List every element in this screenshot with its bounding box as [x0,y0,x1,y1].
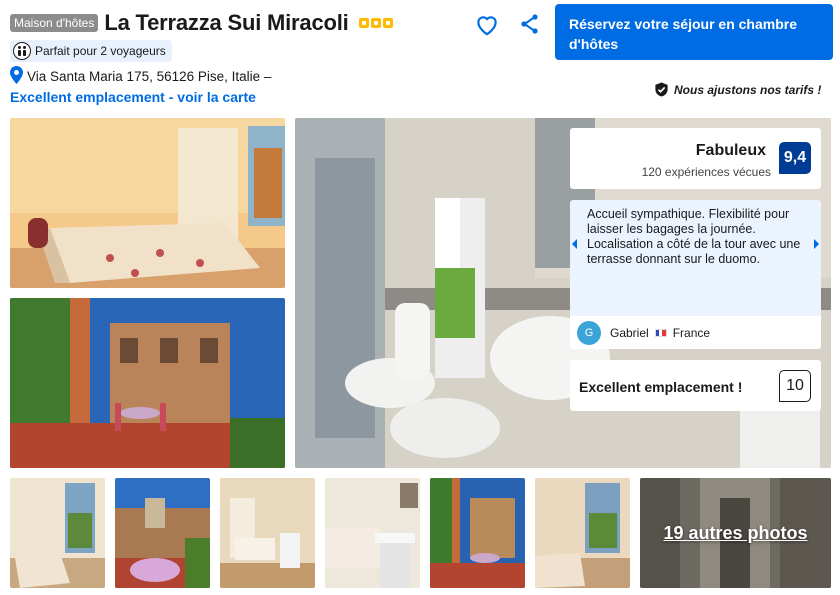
price-match-label: Nous ajustons nos tarifs ! [674,82,822,97]
save-favorite-button[interactable] [474,12,500,38]
star-icon [358,18,369,28]
review-quote: Accueil sympathique. Flexibilité pour la… [587,207,801,266]
avatar: G [577,320,601,345]
reviewer-info: G Gabriel France [570,316,821,349]
location-score-label: Excellent emplacement ! [579,379,743,395]
more-photos-tile[interactable]: 19 autres photos [640,478,831,588]
share-button[interactable] [518,12,542,36]
thumbnail-photo[interactable] [325,478,420,588]
score-label: Fabuleux [695,142,766,159]
photo-bedroom[interactable] [10,118,285,288]
thumbnail-photo[interactable] [115,478,210,588]
thumbnail-photo[interactable] [220,478,315,588]
reviewer-country: France [672,325,711,340]
address-text: Via Santa Maria 175, 56126 Pise, Italie … [27,68,272,84]
travelers-badge: Parfait pour 2 voyageurs [10,40,172,62]
travelers-label: Parfait pour 2 voyageurs [35,44,166,58]
thumbnail-photo[interactable] [430,478,525,588]
show-map-link[interactable]: Excellent emplacement - voir la carte [10,89,550,105]
property-type-badge: Maison d'hôtes [10,14,99,32]
france-flag-icon [654,328,667,337]
share-icon [521,14,538,34]
reserve-button[interactable]: Réservez votre séjour en chambre d'hôtes [555,4,833,60]
thumbnail-photo[interactable] [10,478,105,588]
score-badge: 9,4 [779,142,811,174]
review-count: 120 expériences vécues [641,165,771,179]
photo-terrace[interactable] [10,298,285,468]
property-name: La Terrazza Sui Miracoli [104,10,349,35]
review-next-button[interactable] [811,237,821,251]
chevron-right-icon [814,239,819,249]
couple-icon [13,42,31,60]
star-icon [382,18,393,28]
more-photos-label: 19 autres photos [663,522,808,543]
property-header: Maison d'hôtes La Terrazza Sui Miracoli … [10,8,550,105]
guest-review-card[interactable]: Accueil sympathique. Flexibilité pour la… [570,200,821,349]
price-match-notice[interactable]: Nous ajustons nos tarifs ! [654,82,821,97]
location-score-card[interactable]: Excellent emplacement ! 10 [570,360,821,411]
thumbnail-photo[interactable] [535,478,630,588]
review-prev-button[interactable] [570,237,580,251]
review-score-card[interactable]: Fabuleux 120 expériences vécues 9,4 [570,128,821,189]
address-row: Via Santa Maria 175, 56126 Pise, Italie … [10,65,550,87]
reviewer-name: Gabriel [610,325,649,340]
star-rating [358,18,393,28]
heart-outline-icon [477,16,497,36]
shield-check-icon [655,82,668,97]
location-score-badge: 10 [779,370,811,402]
star-icon [370,18,381,28]
title-row: Maison d'hôtes La Terrazza Sui Miracoli [10,8,550,38]
chevron-left-icon [572,239,577,249]
map-pin-icon [10,65,23,87]
